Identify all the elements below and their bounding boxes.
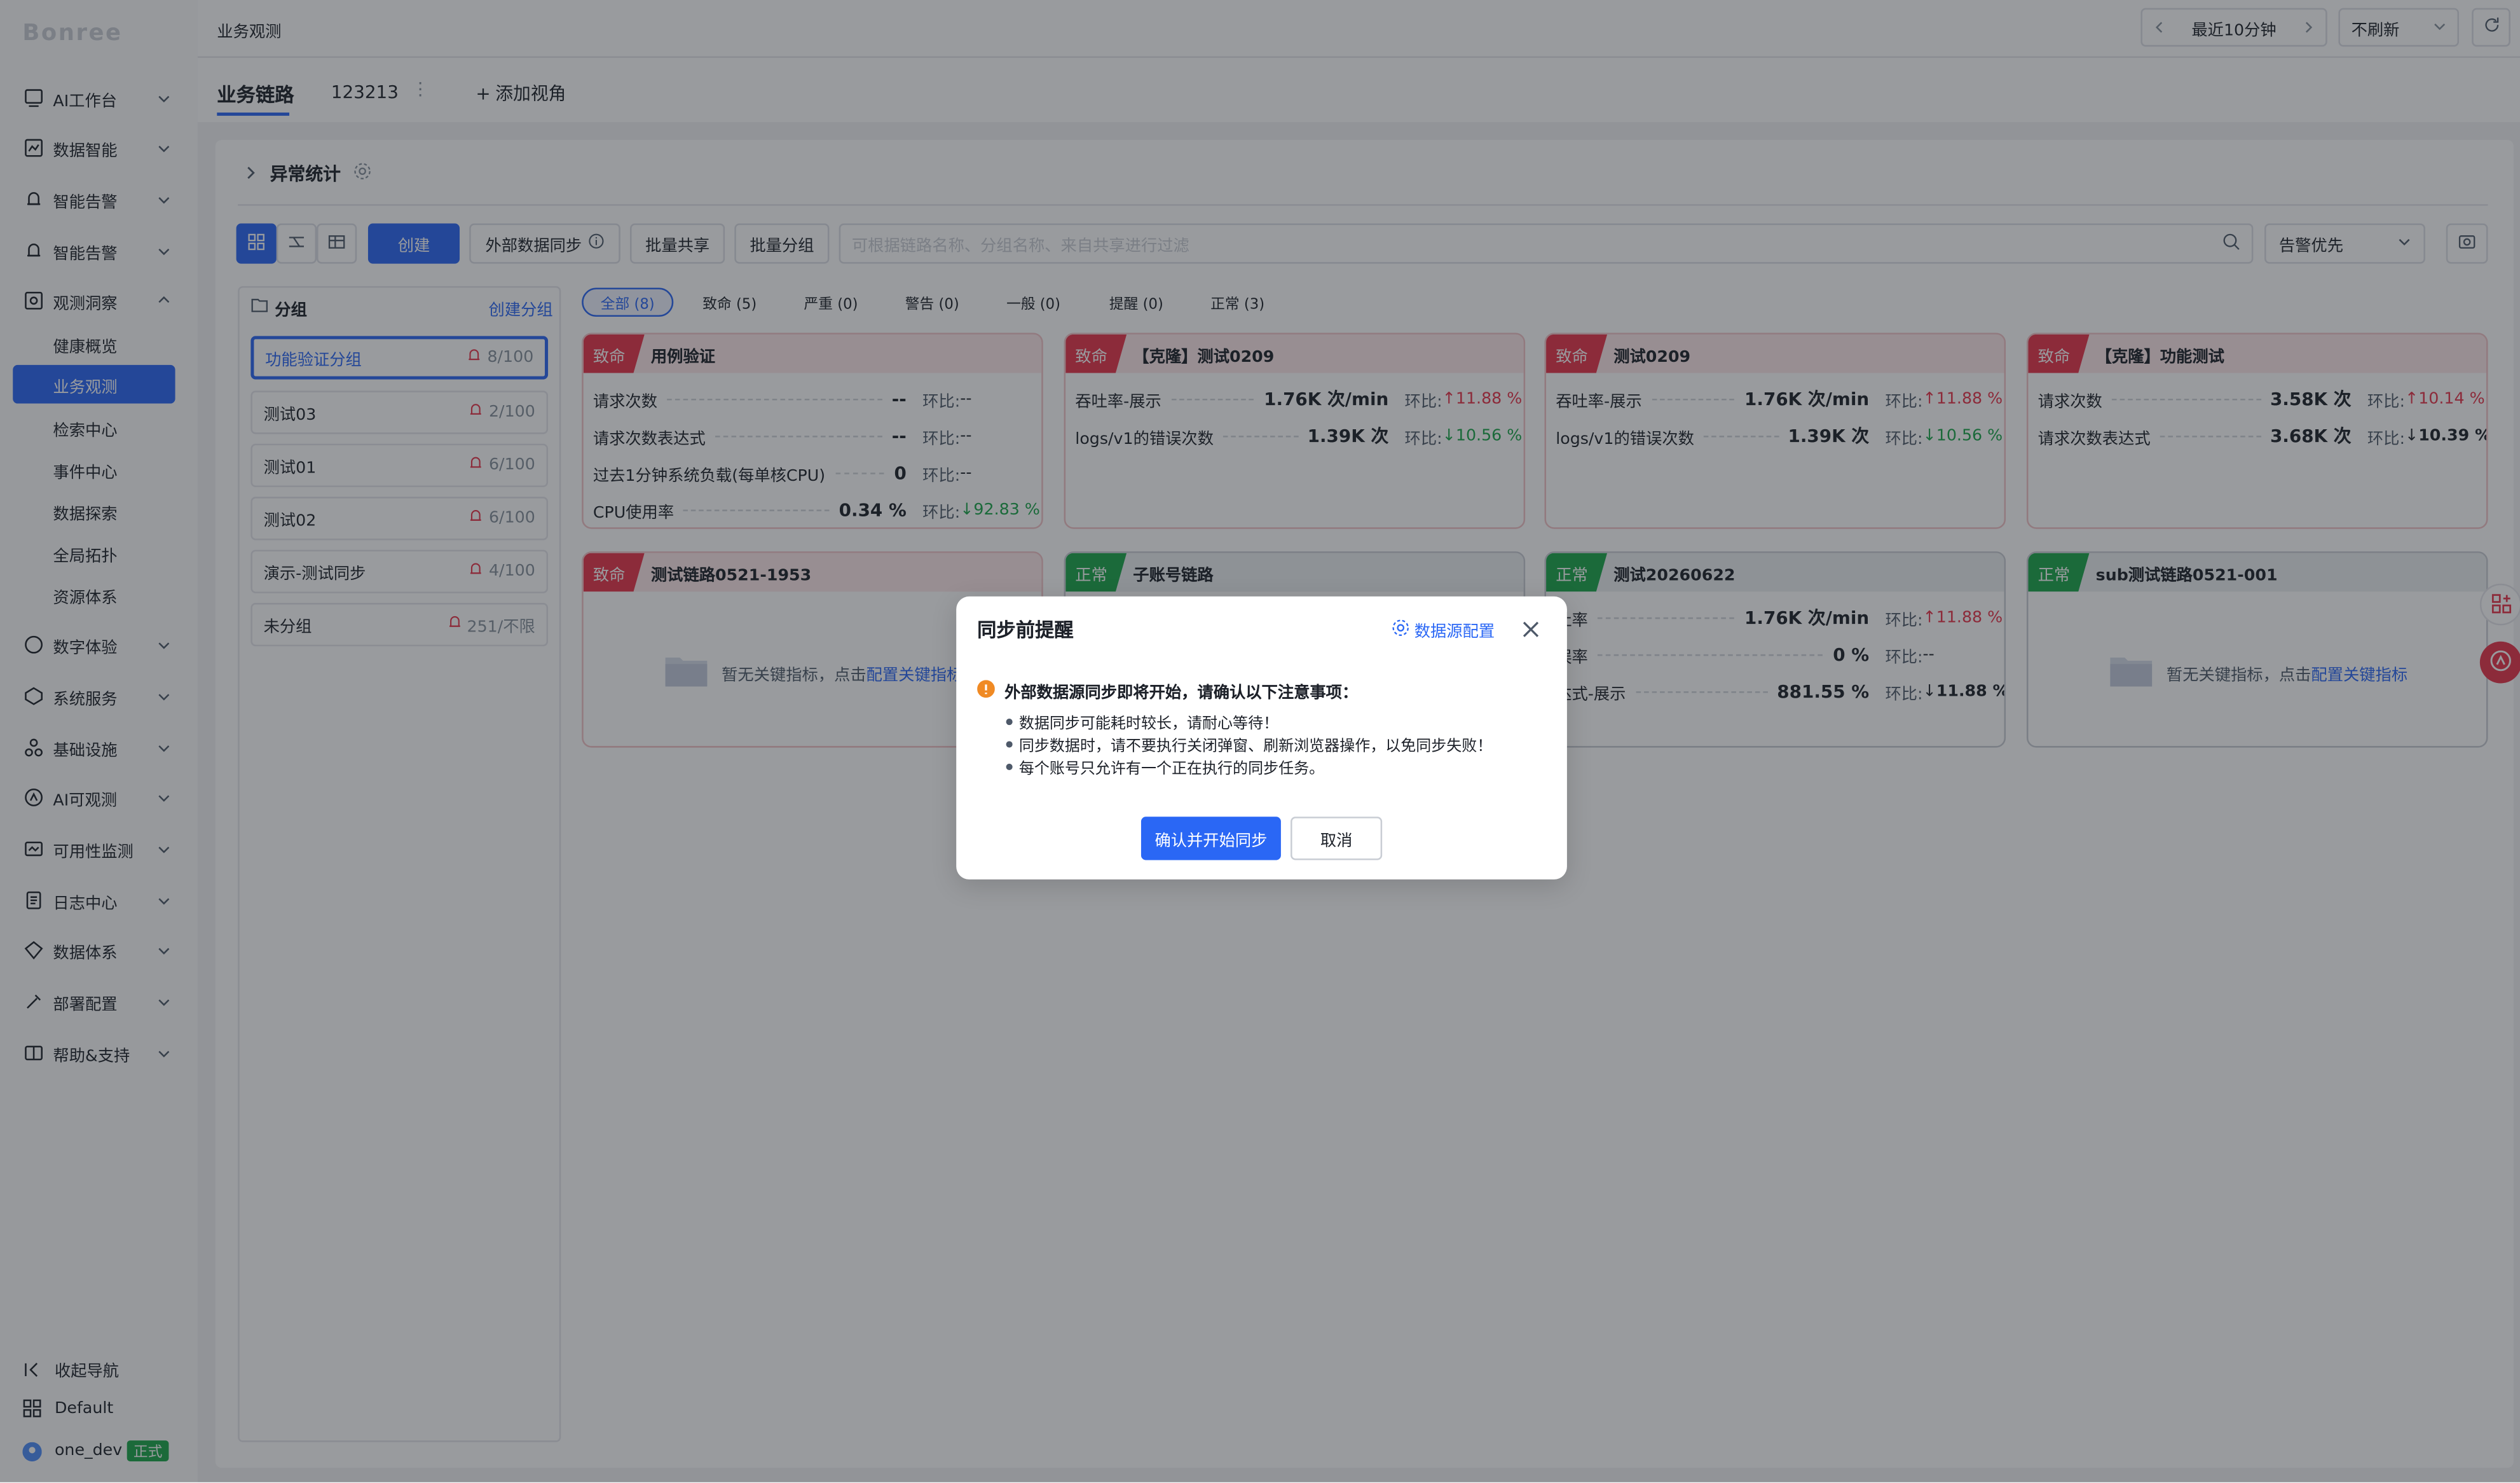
warning-text: 外部数据源同步即将开始，请确认以下注意事项： (1004, 684, 1359, 703)
bullet-dot (1006, 719, 1013, 726)
data-source-config-link[interactable]: 数据源配置 (1392, 617, 1495, 642)
notice-item: 每个账号只允许有一个正在执行的同步任务。 (1006, 755, 1325, 778)
sync-confirm-dialog: 同步前提醒 数据源配置 外部数据源同步即将开始，请确认以下注意事项： 数据同步可… (956, 596, 1567, 879)
bullet-dot (1006, 763, 1013, 770)
confirm-sync-button[interactable]: 确认并开始同步 (1140, 817, 1281, 860)
notice-item: 同步数据时，请不要执行关闭弹窗、刷新浏览器操作，以免同步失败！ (1006, 733, 1493, 756)
data-source-config-label: 数据源配置 (1414, 623, 1495, 642)
close-icon[interactable] (1521, 616, 1542, 637)
notice-text: 每个账号只允许有一个正在执行的同步任务。 (1018, 760, 1325, 778)
cancel-button[interactable]: 取消 (1291, 817, 1383, 860)
warning-icon (977, 679, 995, 701)
dialog-title: 同步前提醒 (977, 619, 1074, 642)
notice-text: 同步数据时，请不要执行关闭弹窗、刷新浏览器操作，以免同步失败！ (1018, 738, 1493, 756)
gear-icon (1392, 618, 1409, 640)
bullet-dot (1006, 741, 1013, 748)
notice-item: 数据同步可能耗时较长，请耐心等待！ (1006, 710, 1279, 733)
warning-message: 外部数据源同步即将开始，请确认以下注意事项： (977, 679, 1358, 703)
notice-text: 数据同步可能耗时较长，请耐心等待！ (1018, 715, 1279, 733)
